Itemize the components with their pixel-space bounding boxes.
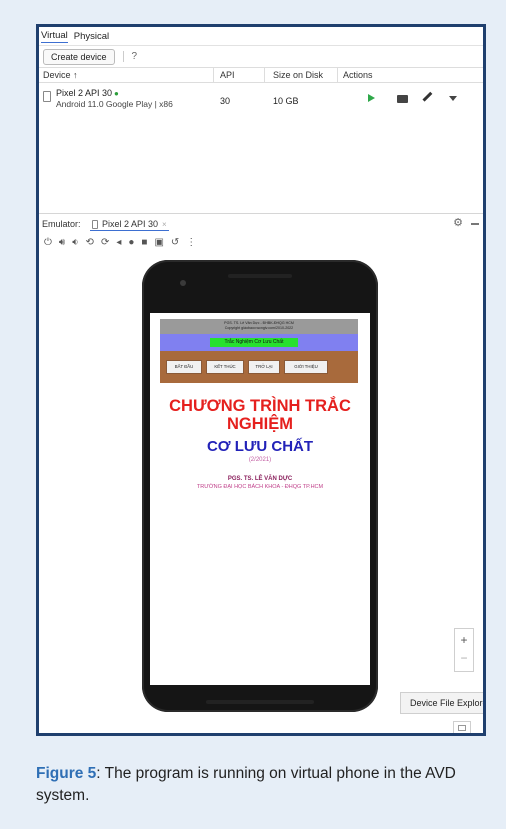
tab-physical[interactable]: Physical: [74, 31, 109, 42]
intro-button[interactable]: GIỚI THIỆU: [284, 360, 328, 374]
column-separator: [264, 68, 265, 83]
gear-icon[interactable]: ⚙: [453, 216, 463, 229]
zoom-controls: + −: [454, 628, 474, 672]
volume-up-icon[interactable]: 🔊︎: [59, 237, 65, 248]
create-device-button[interactable]: Create device: [43, 48, 115, 65]
school-label: TRƯỜNG ĐẠI HỌC BÁCH KHOA - ĐHQG TP.HCM: [196, 484, 324, 490]
tab-virtual[interactable]: Virtual: [41, 30, 68, 43]
device-size: 10 GB: [273, 96, 299, 106]
app-title-band: Trắc Nghiệm Cơ Lưu Chất: [160, 334, 358, 351]
device-table-header: Device ↑ API Size on Disk Actions: [39, 67, 483, 83]
caption-text: : The program is running on virtual phon…: [36, 765, 456, 804]
zoom-out-button[interactable]: −: [455, 651, 473, 665]
emulator-tab-label: Pixel 2 API 30: [102, 219, 159, 229]
figure-caption: Figure 5: The program is running on virt…: [36, 763, 486, 807]
year-label: (2/2021): [248, 457, 272, 463]
phone-speaker: [228, 274, 292, 278]
fit-screen-icon[interactable]: [453, 721, 471, 733]
snapshot-icon[interactable]: ↺: [171, 237, 179, 248]
folder-icon[interactable]: [397, 95, 408, 103]
more-icon[interactable]: ⋮: [186, 237, 196, 248]
column-separator: [337, 68, 338, 83]
start-button[interactable]: BẮT ĐẦU: [166, 360, 202, 374]
app-header-line2: Copyright giáobaov.wcngiv.com/2010-2022: [224, 326, 294, 330]
camera-icon: [180, 280, 186, 286]
zoom-in-button[interactable]: +: [455, 633, 473, 647]
column-separator: [213, 68, 214, 83]
help-icon[interactable]: ?: [122, 51, 137, 62]
program-title-line1: CHƯƠNG TRÌNH TRẮC: [169, 397, 351, 415]
emulator-display-area: PGS. TS. Lê Văn Dực - ĐHBK-ĐHQG HCM Copy…: [39, 251, 483, 733]
pencil-icon[interactable]: [422, 91, 433, 102]
device-name: Pixel 2 API 30 ●: [56, 88, 119, 98]
frame-glyph: [458, 725, 466, 731]
app-header: PGS. TS. Lê Văn Dực - ĐHBK-ĐHQG HCM Copy…: [160, 319, 358, 334]
app-menu-bar: BẮT ĐẦU KẾT THÚC TRỞ LẠI GIỚI THIỆU: [160, 351, 358, 383]
phone-speaker: [206, 700, 314, 704]
device-manager-tabs: Virtual Physical: [39, 27, 483, 45]
emulator-toolbar: ⏻ 🔊︎ 🔉︎ ⟲ ⟳ ◂ ● ■ ▣ ↺ ⋮: [39, 233, 483, 251]
device-file-explorer-tooltip: Device File Explorer: [400, 692, 483, 714]
screenshot-icon[interactable]: ▣: [154, 237, 163, 248]
figure-label: Figure 5: [36, 765, 97, 782]
finish-button[interactable]: KẾT THÚC: [206, 360, 244, 374]
column-api[interactable]: API: [220, 70, 235, 80]
rotate-right-icon[interactable]: ⟳: [101, 237, 109, 248]
emulator-header: Emulator: Pixel 2 API 30 × ⚙: [39, 213, 483, 233]
device-name-text: Pixel 2 API 30: [56, 88, 113, 98]
column-actions: Actions: [343, 70, 373, 80]
answer-button[interactable]: TRỞ LẠI: [248, 360, 280, 374]
minimize-icon[interactable]: [471, 223, 479, 225]
overview-icon[interactable]: ■: [141, 237, 147, 248]
power-icon[interactable]: ⏻: [44, 237, 52, 248]
device-manager-toolbar: Create device ?: [39, 45, 483, 67]
back-icon[interactable]: ◂: [116, 237, 121, 248]
program-title-line2: NGHIỆM: [227, 415, 293, 433]
subject-title: CƠ LƯU CHẤT: [206, 438, 314, 455]
phone-icon: [92, 219, 98, 229]
virtual-phone: PGS. TS. Lê Văn Dực - ĐHBK-ĐHQG HCM Copy…: [142, 260, 378, 712]
column-size[interactable]: Size on Disk: [273, 70, 323, 80]
author-label: PGS. TS. LÊ VĂN DỰC: [227, 476, 293, 482]
emulator-label: Emulator:: [42, 219, 81, 229]
phone-icon: [43, 91, 51, 102]
volume-down-icon[interactable]: 🔉︎: [72, 237, 78, 248]
android-studio-window: Virtual Physical Create device ? Device …: [36, 24, 486, 736]
close-icon[interactable]: ×: [162, 220, 167, 229]
column-device[interactable]: Device ↑: [43, 70, 78, 80]
home-icon[interactable]: ●: [128, 237, 134, 248]
table-row[interactable]: Pixel 2 API 30 ● Android 11.0 Google Play…: [39, 83, 483, 123]
online-status-icon: ●: [114, 89, 119, 98]
play-icon[interactable]: [368, 94, 375, 102]
chevron-down-icon[interactable]: [449, 96, 457, 101]
rotate-left-icon[interactable]: ⟲: [86, 237, 94, 248]
device-api: 30: [220, 96, 231, 106]
tab-emulator-device[interactable]: Pixel 2 API 30 ×: [90, 219, 169, 231]
device-subtitle: Android 11.0 Google Play | x86: [56, 99, 173, 109]
phone-screen[interactable]: PGS. TS. Lê Văn Dực - ĐHBK-ĐHQG HCM Copy…: [150, 313, 370, 685]
app-title-chip: Trắc Nghiệm Cơ Lưu Chất: [210, 338, 298, 347]
